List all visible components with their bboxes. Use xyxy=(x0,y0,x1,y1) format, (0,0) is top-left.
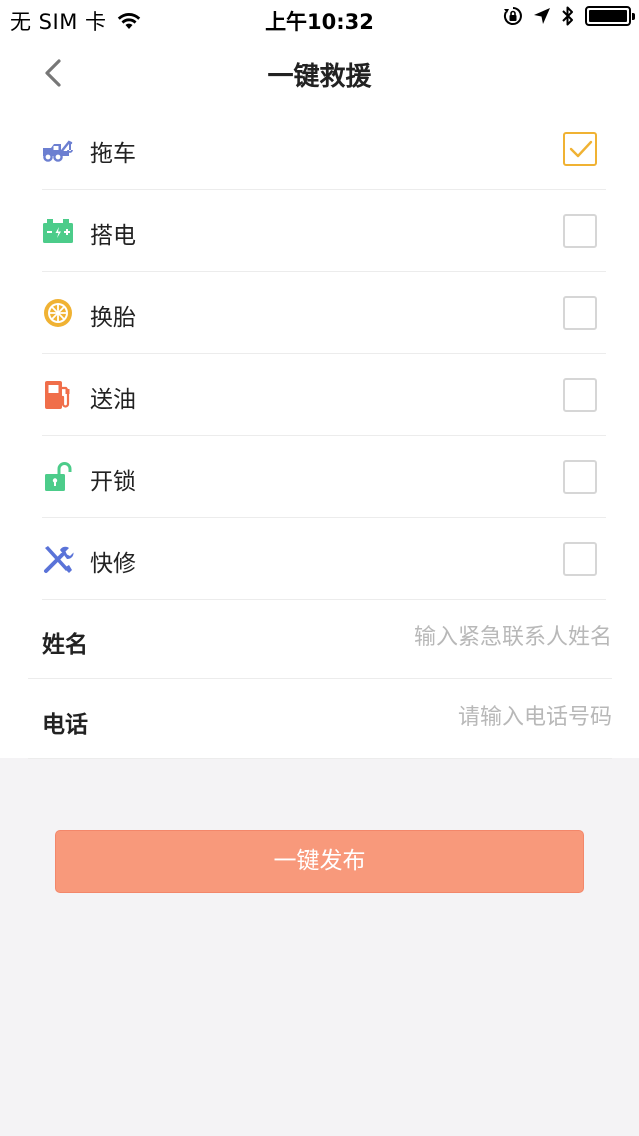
phone-label: 电话 xyxy=(42,712,88,738)
publish-button[interactable]: 一键发布 xyxy=(55,830,584,893)
checkbox-repair[interactable] xyxy=(563,542,597,576)
name-input[interactable] xyxy=(252,617,612,657)
battery-level xyxy=(589,10,627,22)
service-item-jump[interactable]: 搭电 xyxy=(42,190,606,272)
checkbox-jump[interactable] xyxy=(563,214,597,248)
contact-form: 姓名 电话 xyxy=(0,599,639,759)
unlock-icon xyxy=(45,462,72,491)
service-item-tire[interactable]: 换胎 xyxy=(42,272,606,354)
name-row: 姓名 xyxy=(28,599,612,679)
battery-icon xyxy=(43,219,73,243)
service-label-tow: 拖车 xyxy=(90,141,136,167)
service-label-unlock: 开锁 xyxy=(90,469,136,495)
fuel-pump-icon xyxy=(45,381,70,409)
status-right xyxy=(493,5,635,27)
service-item-fuel[interactable]: 送油 xyxy=(42,354,606,436)
battery-icon xyxy=(585,6,635,26)
tow-truck-icon xyxy=(43,140,73,162)
checkbox-fuel[interactable] xyxy=(563,378,597,412)
service-item-tow[interactable]: 拖车 xyxy=(42,108,606,190)
checkmark-icon xyxy=(569,140,593,158)
nav-bar: 一键救援 xyxy=(0,36,639,108)
checkbox-unlock[interactable] xyxy=(563,460,597,494)
checkbox-tow[interactable] xyxy=(563,132,597,166)
service-item-unlock[interactable]: 开锁 xyxy=(42,436,606,518)
service-label-jump: 搭电 xyxy=(90,223,136,249)
service-label-fuel: 送油 xyxy=(90,387,136,413)
service-label-repair: 快修 xyxy=(90,551,136,577)
service-item-repair[interactable]: 快修 xyxy=(42,518,606,600)
page-title: 一键救援 xyxy=(267,62,372,92)
location-icon xyxy=(534,8,550,24)
service-label-tire: 换胎 xyxy=(90,305,136,331)
tools-icon xyxy=(44,546,74,573)
phone-row: 电话 xyxy=(28,679,612,759)
tire-icon xyxy=(44,299,72,327)
phone-input[interactable] xyxy=(252,697,612,737)
bluetooth-icon xyxy=(562,6,573,26)
service-list: 拖车 搭电 换胎 送油 开锁 快修 xyxy=(0,108,639,600)
checkbox-tire[interactable] xyxy=(563,296,597,330)
orientation-lock-icon xyxy=(503,7,522,25)
name-label: 姓名 xyxy=(42,632,88,658)
status-bar: 无 SIM 卡 上午10:32 xyxy=(0,0,639,36)
